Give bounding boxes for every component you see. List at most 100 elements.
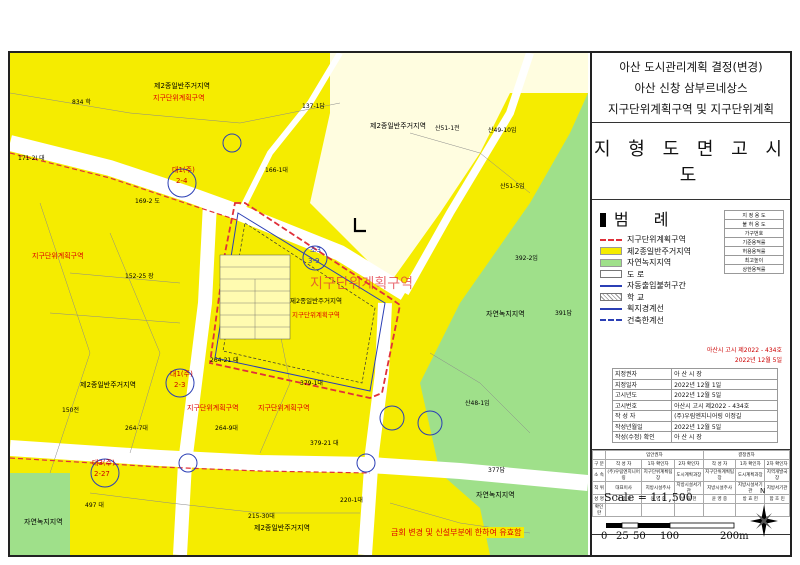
zone-label: 자연녹지지역: [476, 491, 515, 499]
key-cell: 허용용적률: [724, 246, 784, 256]
parcel-label: 산49-10임: [488, 127, 517, 134]
parcel-label: 137-1답: [302, 103, 325, 110]
zone-label: 지구단위계획구역: [187, 404, 239, 412]
road-swatch-icon: [600, 270, 622, 279]
road-label: 대1(주): [172, 166, 195, 174]
parcel-label: 264-21 대: [210, 357, 239, 364]
info-table: 지정권자 아 산 시 장 지정일자 2022년 12월 1일 고시년도 2022년 1…: [611, 368, 778, 443]
sig-cell: 2차 확인자: [764, 458, 790, 469]
legend-panel: 아산 도시관리계획 결정(변경) 아산 신창 삼부르네상스 지구단위계획구역 및…: [590, 53, 791, 555]
no-access-swatch-icon: [600, 284, 622, 287]
notice: 아산시 고시 제2022 - 434호 2022년 12월 5일: [592, 346, 790, 366]
road-label: 소3: [310, 246, 321, 254]
boundary-swatch-icon: [600, 238, 622, 241]
parcel-label: 379-21 대: [310, 440, 339, 447]
road-label: 대3(주): [92, 459, 115, 467]
info-key: 작성(수정) 확인: [611, 431, 673, 443]
green-zone-southwest: [10, 473, 70, 555]
parcel-label: 379-1대: [300, 380, 323, 387]
parcel-label: 220-1대: [340, 497, 363, 504]
legend-label: 학 교: [627, 292, 645, 302]
map-area: 제2종일반주거지역 지구단위계획구역 제2종일반주거지역 지구단위계획구역 제2…: [10, 53, 588, 555]
sig-cell: 지역개발국장: [764, 467, 790, 482]
zone-label: 제2종일반주거지역: [254, 524, 310, 532]
sig-cell: 작 성 자: [702, 458, 737, 469]
zone-label: 제2종일반주거지역: [154, 82, 210, 90]
info-key: 지정일자: [611, 378, 673, 390]
info-value: 아산시 고시 제2022 - 434호: [671, 399, 778, 411]
info-value: 아 산 시 장: [671, 431, 778, 443]
zone-label: 자연녹지지역: [24, 518, 63, 526]
key-cell: 불 허 용 도: [724, 219, 784, 229]
road-label: 2-27: [94, 470, 110, 478]
sig-cell: (주)우림엔지니어링: [605, 467, 643, 482]
scale-segment: [638, 523, 670, 528]
info-key: 지정권자: [611, 368, 673, 380]
info-value: (주)우림엔지니어링 이정길: [671, 410, 778, 422]
road-label: 대1(주): [170, 370, 193, 378]
parcel-label: 166-1대: [265, 167, 288, 174]
subtitle: 지 형 도 면 고 시 도: [592, 123, 790, 200]
legend-label: 도 로: [627, 269, 645, 279]
zone-label: 지구단위계획구역: [32, 252, 84, 260]
sig-cell: 작 성 자: [605, 458, 643, 469]
parcel-label: 834 학: [72, 99, 91, 106]
parcel-label: 497 대: [85, 502, 104, 509]
green-swatch-icon: [600, 258, 622, 267]
parcel-label: 171-2I 대: [18, 155, 45, 162]
info-key: 고시번호: [611, 399, 673, 411]
sig-cell: 도시계획과장: [735, 467, 766, 482]
key-cell: 지 정 용 도: [724, 210, 784, 220]
lot-line-swatch-icon: [600, 307, 622, 310]
key-cell: 기준용적률: [724, 237, 784, 247]
parcel-label: 산51-1전: [435, 125, 460, 132]
legend-label: 자동출입불허구간: [627, 281, 686, 291]
scale-tick: 100: [660, 531, 680, 542]
road-label: 2-3: [174, 381, 186, 389]
title-line-2: 아산 신창 삼부르네상스: [634, 81, 748, 95]
legend-key-table: 지 정 용 도 불 허 용 도 가구번호 기준용적률 허용용적률 최고높이 상한…: [724, 210, 784, 274]
legend-label: 제2종일반주거지역: [627, 246, 691, 256]
info-key: 작성년월일: [611, 420, 673, 432]
legend-item: 자동출입불허구간: [600, 280, 782, 292]
parcel-label: 150전: [62, 407, 79, 414]
sig-cell: 1차 확인자: [641, 458, 675, 469]
scale-tick: 200m: [720, 531, 749, 542]
title-block: 아산 도시관리계획 결정(변경) 아산 신창 삼부르네상스 지구단위계획구역 및…: [592, 53, 790, 123]
key-cell: 상한용적률: [724, 264, 784, 274]
scale-segment: [621, 522, 639, 529]
scale-tick: 50: [633, 531, 646, 542]
parcel-label: 215-30대: [248, 513, 275, 520]
zone-label: 지구단위계획구역: [258, 404, 310, 412]
sig-cell: 소 속: [591, 467, 607, 482]
legend-item: 학 교: [600, 292, 782, 304]
school-swatch-icon: [600, 293, 622, 302]
notice-line-1: 아산시 고시 제2022 - 434호: [706, 347, 782, 354]
sig-cell: 지구단위계획팀장: [641, 467, 675, 482]
scale-block: Scale = 1:1,500 N 0 25 50 100 200m: [592, 485, 790, 555]
parcel-label: 391답: [555, 310, 572, 317]
zone-label: 지구단위계획구역: [153, 94, 205, 102]
scale-tick: 0: [601, 531, 608, 542]
parcel-label: 산48-1임: [465, 400, 490, 407]
road-label: 2-4: [176, 177, 188, 185]
north-label: N: [760, 487, 766, 495]
info-value: 아 산 시 장: [671, 368, 778, 380]
key-cell: 최고높이: [724, 255, 784, 265]
sig-header: 결정권자: [702, 449, 791, 460]
legend-label: 자연녹지지역: [627, 258, 672, 268]
zone-label: 지구단위계획구역: [292, 311, 340, 319]
north-arrow-icon: [750, 505, 778, 537]
parcel-label: 산51-5임: [500, 183, 525, 190]
zone-label: 제2종일반주거지역: [370, 122, 426, 130]
notice-line-2: 2022년 12월 5일: [734, 357, 782, 364]
parcel-label: 392-2임: [515, 255, 538, 262]
sig-cell: 2차 확인자: [673, 458, 704, 469]
title-line-1: 아산 도시관리계획 결정(변경): [619, 60, 763, 74]
legend-heading-text: 범 례: [614, 210, 679, 229]
sig-cell: 지구단위계획팀장: [702, 467, 737, 482]
info-key: 고시년도: [611, 389, 673, 401]
info-value: 2022년 12월 1일: [671, 378, 778, 390]
legend-label: 건축한계선: [627, 315, 664, 325]
info-key: 작 성 자: [611, 410, 673, 422]
